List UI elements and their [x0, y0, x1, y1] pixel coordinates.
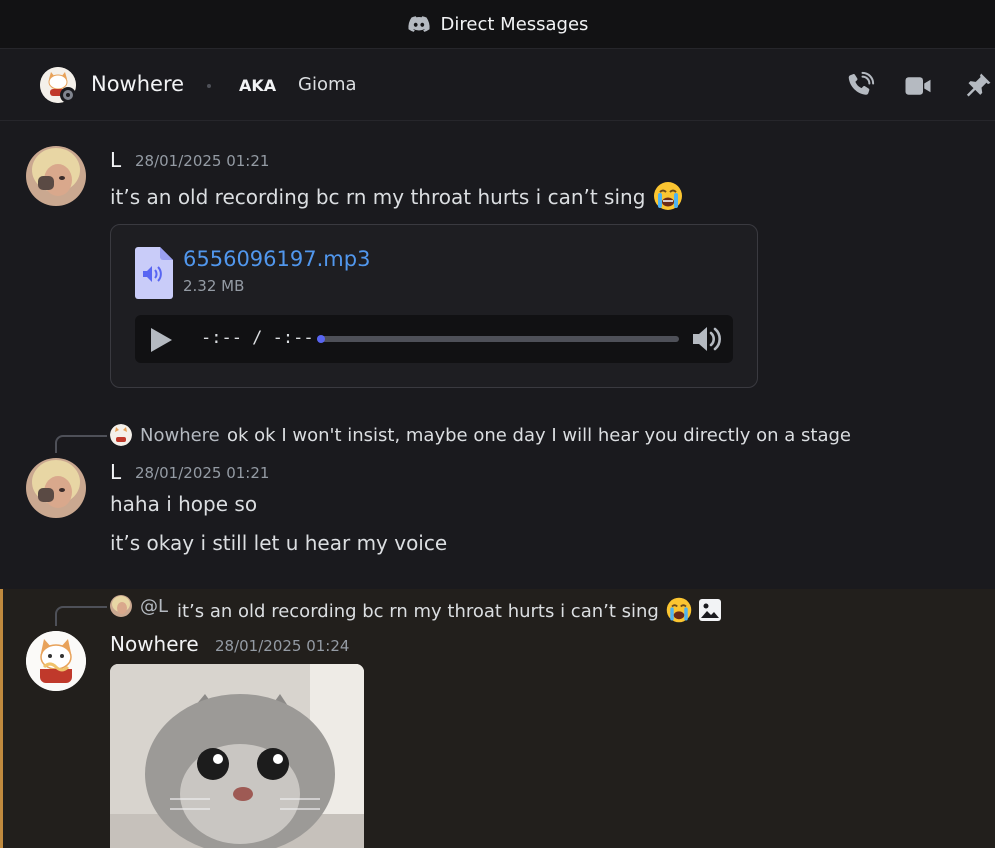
reply-preview-text: it’s an old recording bc rn my throat hu…: [177, 601, 659, 622]
reply-preview-text[interactable]: ok ok I won't insist, maybe one day I wi…: [227, 425, 851, 446]
message-timestamp: 28/01/2025 01:21: [135, 464, 270, 482]
loudly-crying-emoji[interactable]: [652, 180, 684, 212]
reply-connector: [55, 606, 107, 626]
message-author[interactable]: L: [110, 148, 121, 172]
message-text: it’s okay i still let u hear my voice: [110, 531, 448, 555]
reply-preview[interactable]: it’s an old recording bc rn my throat hu…: [177, 596, 722, 624]
aka-label: AKA: [239, 76, 277, 95]
separator-dot: [207, 84, 211, 88]
user-photo-icon: [110, 595, 132, 617]
audio-file-icon: [135, 247, 173, 299]
audio-progress-fill: [317, 335, 325, 343]
cat-photo-icon: [110, 664, 364, 848]
play-icon[interactable]: [149, 327, 173, 353]
reply-avatar[interactable]: [110, 424, 132, 446]
title-bar: Direct Messages: [0, 0, 995, 48]
message-text: it’s an old recording bc rn my throat hu…: [110, 180, 684, 212]
phone-call-icon[interactable]: [845, 71, 875, 101]
alias-name: Gioma: [298, 74, 357, 95]
reply-avatar[interactable]: [110, 595, 132, 617]
user-photo-icon: [26, 458, 86, 518]
audio-attachment: 6556096197.mp3 2.32 MB -:-- / -:--: [110, 224, 758, 388]
cat-avatar-icon: [26, 631, 86, 691]
user-avatar-l[interactable]: [26, 146, 86, 206]
dm-header: Nowhere AKA Gioma: [0, 48, 995, 121]
user-avatar-l[interactable]: [26, 458, 86, 518]
attachment-filename-link[interactable]: 6556096197.mp3: [183, 247, 370, 271]
reply-connector: [55, 435, 107, 453]
message-author[interactable]: Nowhere: [110, 632, 199, 656]
audio-player: -:-- / -:--: [135, 315, 733, 363]
reply-mention[interactable]: @L: [140, 596, 168, 617]
discord-icon: [407, 16, 430, 32]
reply-author[interactable]: Nowhere: [140, 425, 220, 446]
audio-seek-bar[interactable]: [317, 335, 679, 343]
image-icon: [699, 599, 722, 621]
message-author[interactable]: L: [110, 460, 121, 484]
message-timestamp: 28/01/2025 01:24: [215, 637, 350, 655]
message-text-content: it’s an old recording bc rn my throat hu…: [110, 185, 646, 209]
cat-avatar-icon: [110, 424, 132, 446]
attachment-filesize: 2.32 MB: [183, 277, 245, 295]
message-timestamp: 28/01/2025 01:21: [135, 152, 270, 170]
message-text: haha i hope so: [110, 492, 258, 516]
surprised-cat-image[interactable]: [110, 664, 364, 848]
loudly-crying-emoji: [666, 597, 691, 623]
video-call-icon[interactable]: [903, 71, 933, 101]
user-avatar-nowhere[interactable]: [26, 631, 86, 691]
header-username[interactable]: Nowhere: [91, 72, 184, 96]
offline-status-icon: [60, 87, 76, 103]
volume-icon[interactable]: [691, 324, 723, 354]
user-photo-icon: [26, 146, 86, 206]
window-title: Direct Messages: [440, 13, 589, 35]
audio-time: -:-- / -:--: [201, 328, 314, 348]
pin-icon[interactable]: [963, 71, 993, 101]
